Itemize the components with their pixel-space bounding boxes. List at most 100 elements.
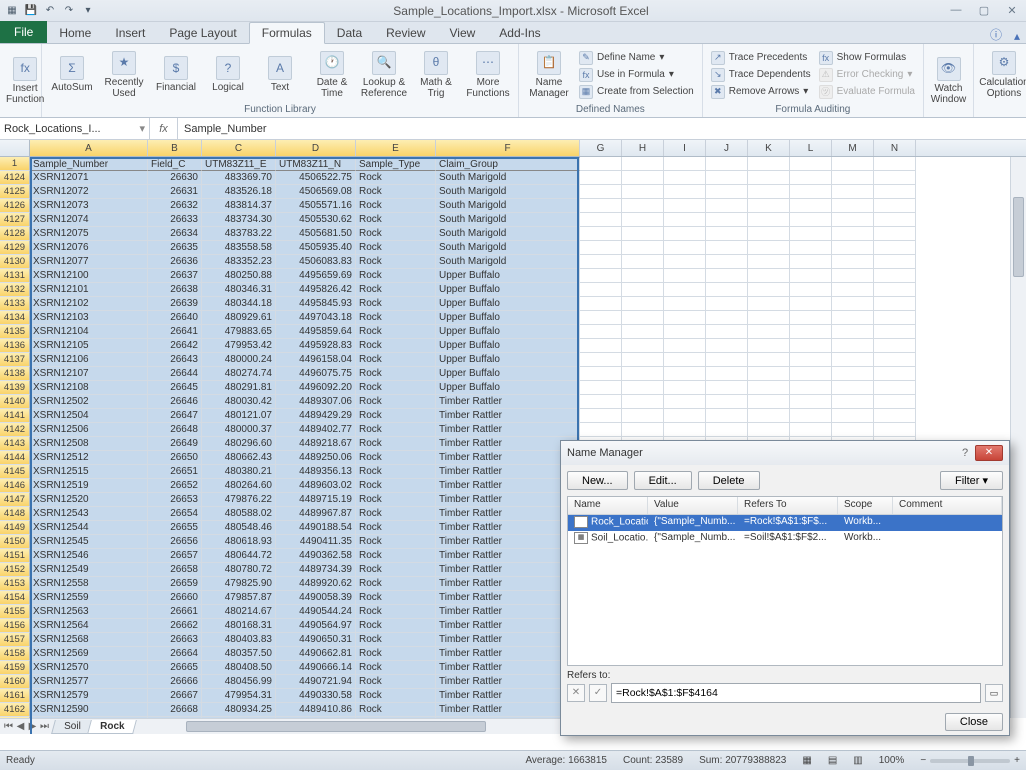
row-header[interactable]: 4152 <box>0 563 30 577</box>
empty-cell[interactable] <box>748 241 790 255</box>
empty-cell[interactable] <box>790 423 832 437</box>
cell[interactable]: 26664 <box>148 647 202 661</box>
cell[interactable]: Rock <box>356 521 436 535</box>
close-dialog-button[interactable]: Close <box>945 713 1003 731</box>
empty-cell[interactable] <box>580 241 622 255</box>
cell[interactable]: Timber Rattler <box>436 437 580 451</box>
row-header[interactable]: 4139 <box>0 381 30 395</box>
cell[interactable]: Timber Rattler <box>436 703 580 717</box>
row-header[interactable]: 4129 <box>0 241 30 255</box>
cell[interactable]: Upper Buffalo <box>436 381 580 395</box>
cell[interactable]: 26640 <box>148 311 202 325</box>
cell[interactable]: 26654 <box>148 507 202 521</box>
cell[interactable]: Rock <box>356 493 436 507</box>
cell[interactable]: 480214.67 <box>202 605 276 619</box>
cell[interactable]: Rock <box>356 325 436 339</box>
cell[interactable]: 4489218.67 <box>276 437 356 451</box>
empty-cell[interactable] <box>748 283 790 297</box>
empty-cell[interactable] <box>706 227 748 241</box>
tab-review[interactable]: Review <box>374 23 437 43</box>
empty-cell[interactable] <box>832 241 874 255</box>
empty-cell[interactable] <box>580 409 622 423</box>
header-cell[interactable]: Claim_Group <box>436 157 580 171</box>
cell[interactable]: Rock <box>356 703 436 717</box>
cell[interactable]: Timber Rattler <box>436 479 580 493</box>
cell[interactable]: Rock <box>356 633 436 647</box>
empty-cell[interactable] <box>706 395 748 409</box>
empty-cell[interactable] <box>706 311 748 325</box>
table-row[interactable]: 4141XSRN1250426647480121.074489429.29Roc… <box>0 409 1010 423</box>
row-header[interactable]: 4127 <box>0 213 30 227</box>
empty-cell[interactable] <box>874 157 916 171</box>
empty-cell[interactable] <box>874 213 916 227</box>
empty-cell[interactable] <box>706 157 748 171</box>
empty-cell[interactable] <box>748 409 790 423</box>
empty-cell[interactable] <box>832 213 874 227</box>
cell[interactable]: Rock <box>356 311 436 325</box>
cell[interactable]: South Marigold <box>436 213 580 227</box>
cell[interactable]: 480403.83 <box>202 633 276 647</box>
col-header-H[interactable]: H <box>622 140 664 156</box>
cell[interactable]: 26649 <box>148 437 202 451</box>
empty-cell[interactable] <box>874 241 916 255</box>
table-row[interactable]: 4137XSRN1210626643480000.244496158.04Roc… <box>0 353 1010 367</box>
evaluate-formula-button[interactable]: ㋡Evaluate Formula <box>817 84 917 100</box>
select-all-corner[interactable] <box>0 140 30 156</box>
empty-cell[interactable] <box>832 311 874 325</box>
refers-accept-icon[interactable]: ✓ <box>589 684 607 702</box>
cell[interactable]: 483734.30 <box>202 213 276 227</box>
name-manager-button[interactable]: 📋Name Manager <box>525 51 573 99</box>
row-header[interactable]: 4136 <box>0 339 30 353</box>
empty-cell[interactable] <box>664 339 706 353</box>
remove-arrows-button[interactable]: ✖Remove Arrows ▾ <box>709 84 813 100</box>
col-header-E[interactable]: E <box>356 140 436 156</box>
cell[interactable]: 26663 <box>148 633 202 647</box>
empty-cell[interactable] <box>664 157 706 171</box>
cell[interactable]: XSRN12570 <box>30 661 148 675</box>
cell[interactable]: Rock <box>356 409 436 423</box>
empty-cell[interactable] <box>748 269 790 283</box>
empty-cell[interactable] <box>664 171 706 185</box>
table-row[interactable]: 4135XSRN1210426641479883.654495859.64Roc… <box>0 325 1010 339</box>
cell[interactable]: Rock <box>356 395 436 409</box>
row-header[interactable]: 4156 <box>0 619 30 633</box>
cell[interactable]: 479825.90 <box>202 577 276 591</box>
cell[interactable]: 480357.50 <box>202 647 276 661</box>
cell[interactable]: 483814.37 <box>202 199 276 213</box>
cell[interactable]: XSRN12546 <box>30 549 148 563</box>
cell[interactable]: 26638 <box>148 283 202 297</box>
row-header[interactable]: 4162 <box>0 703 30 717</box>
cell[interactable]: Timber Rattler <box>436 577 580 591</box>
cell[interactable]: 4490188.54 <box>276 521 356 535</box>
zoom-slider[interactable]: −+ <box>920 755 1020 766</box>
empty-cell[interactable] <box>748 255 790 269</box>
empty-cell[interactable] <box>622 311 664 325</box>
cell[interactable]: South Marigold <box>436 185 580 199</box>
cell[interactable]: XSRN12100 <box>30 269 148 283</box>
empty-cell[interactable] <box>706 171 748 185</box>
cell[interactable]: Timber Rattler <box>436 451 580 465</box>
cell[interactable]: Rock <box>356 227 436 241</box>
cell[interactable]: 4489920.62 <box>276 577 356 591</box>
empty-cell[interactable] <box>874 381 916 395</box>
empty-cell[interactable] <box>748 185 790 199</box>
close-button[interactable]: ✕ <box>1002 4 1022 17</box>
cell[interactable]: Upper Buffalo <box>436 269 580 283</box>
empty-cell[interactable] <box>706 423 748 437</box>
empty-cell[interactable] <box>832 157 874 171</box>
empty-cell[interactable] <box>874 227 916 241</box>
empty-cell[interactable] <box>748 157 790 171</box>
autosum-button[interactable]: ΣAutoSum <box>48 56 96 93</box>
empty-cell[interactable] <box>664 381 706 395</box>
cell[interactable]: XSRN12558 <box>30 577 148 591</box>
delete-name-button[interactable]: Delete <box>698 471 760 490</box>
date-time-button[interactable]: 🕐Date & Time <box>308 51 356 99</box>
name-box[interactable]: Rock_Locations_I...▾ <box>0 118 150 139</box>
cell[interactable]: 480588.02 <box>202 507 276 521</box>
empty-cell[interactable] <box>580 199 622 213</box>
row-header[interactable]: 4134 <box>0 311 30 325</box>
cell[interactable]: 4490721.94 <box>276 675 356 689</box>
cell[interactable]: 4495845.93 <box>276 297 356 311</box>
empty-cell[interactable] <box>706 255 748 269</box>
cell[interactable]: 26666 <box>148 675 202 689</box>
